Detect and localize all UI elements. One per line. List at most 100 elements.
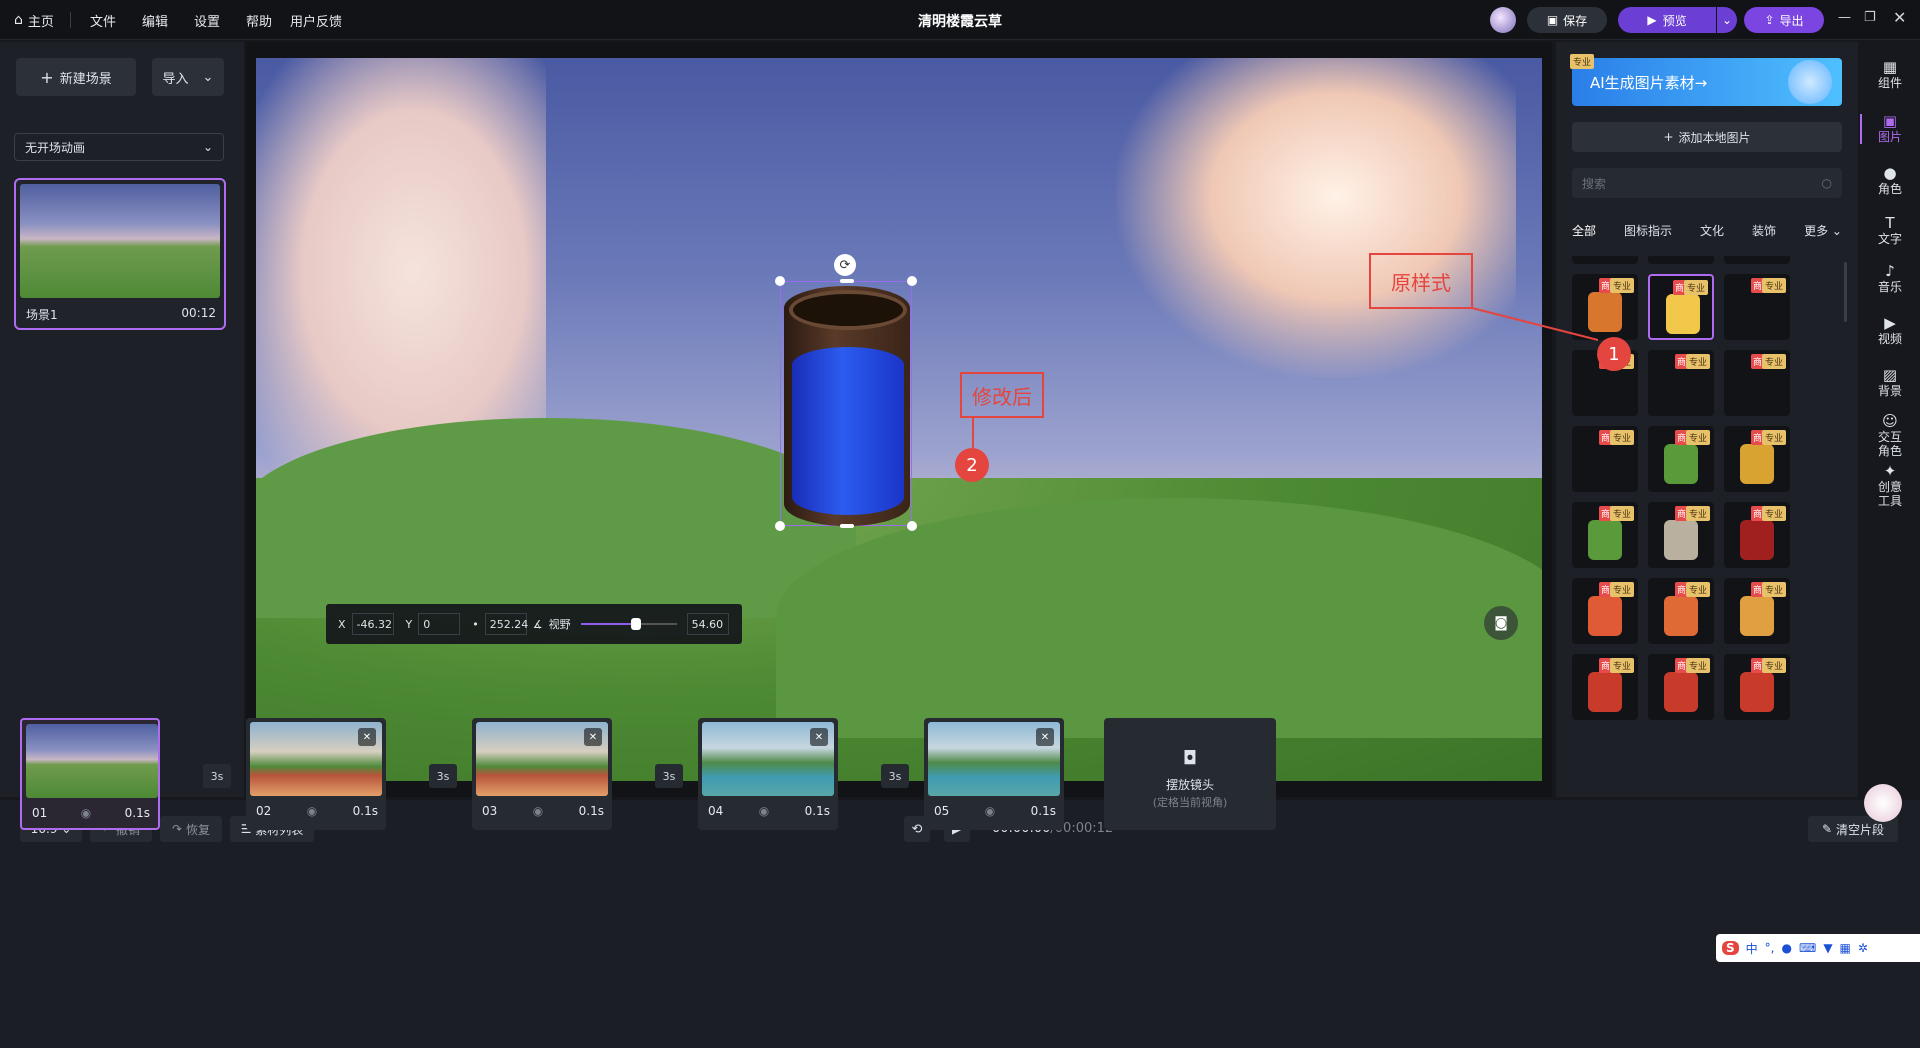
asset-tile[interactable]: 商专业	[1724, 350, 1790, 416]
shirt-icon[interactable]: ▼	[1823, 941, 1832, 955]
asset-tile[interactable]: 商专业	[1724, 578, 1790, 644]
new-scene-button[interactable]: + 新建场景	[16, 58, 136, 96]
timeline-clip[interactable]: ✕ 05 ◉ 0.1s	[924, 718, 1064, 830]
preview-button[interactable]: ▶ 预览	[1618, 7, 1716, 33]
close-button[interactable]: ✕	[1893, 8, 1906, 27]
asset-tile[interactable]: 商专业	[1648, 350, 1714, 416]
timeline-clip[interactable]: ✕ 04 ◉ 0.1s	[698, 718, 838, 830]
y-input[interactable]: 0	[418, 613, 461, 635]
sidebar-item-music[interactable]: ♪ 音乐	[1860, 262, 1920, 294]
save-button[interactable]: ▣ 保存	[1527, 7, 1607, 33]
add-camera-button[interactable]: ◘ 摆放镜头 (定格当前视角)	[1104, 718, 1276, 830]
sidebar-item-grid[interactable]: ▦ 组件	[1860, 58, 1920, 90]
asset-tile[interactable]: 商专业	[1724, 274, 1790, 340]
sidebar-item-video[interactable]: ▶ 视频	[1860, 314, 1920, 346]
ime-toolbar[interactable]: S 中 °, ● ⌨ ▼ ▦ ✲	[1716, 934, 1920, 962]
asset-tile[interactable]: 商专业	[1648, 578, 1714, 644]
keyboard-icon[interactable]: ⌨	[1799, 941, 1816, 955]
asset-tile[interactable]	[1648, 256, 1714, 264]
add-camera-title: 摆放镜头	[1165, 778, 1214, 792]
menu-help[interactable]: 帮助	[240, 8, 278, 32]
sidebar-item-background[interactable]: ▨ 背景	[1860, 366, 1920, 398]
transition-duration[interactable]: 3s	[429, 764, 457, 788]
asset-tile[interactable]: 商专业	[1572, 426, 1638, 492]
scene-card[interactable]: 场景1 00:12	[14, 178, 226, 330]
asset-tile[interactable]: 商专业	[1572, 654, 1638, 720]
timeline-clip[interactable]: 01 ◉ 0.1s	[20, 718, 160, 830]
trash-icon[interactable]: ✕	[810, 728, 828, 746]
trash-icon[interactable]: ✕	[1036, 728, 1054, 746]
trash-icon[interactable]: ✕	[358, 728, 376, 746]
tab-all[interactable]: 全部	[1572, 222, 1596, 239]
asset-tile[interactable]: 商专业	[1724, 502, 1790, 568]
assistant-avatar[interactable]	[1864, 784, 1902, 822]
menu-file[interactable]: 文件	[84, 8, 122, 32]
x-input[interactable]: -46.32	[351, 613, 394, 635]
sidebar-item-person[interactable]: ● 角色	[1860, 164, 1920, 196]
sidebar-item-text[interactable]: T 文字	[1860, 214, 1920, 246]
clip-play-icon[interactable]: ◉	[985, 804, 995, 818]
asset-tile[interactable]: 商专业	[1724, 654, 1790, 720]
tab-more[interactable]: 更多 ⌄	[1804, 222, 1842, 239]
menu-edit[interactable]: 编辑	[136, 8, 174, 32]
ime-lang-icon[interactable]: 中	[1746, 940, 1758, 957]
asset-tile[interactable]	[1724, 256, 1790, 264]
clip-play-icon[interactable]: ◉	[307, 804, 317, 818]
asset-tile[interactable]: 商专业	[1648, 426, 1714, 492]
fov-input[interactable]: 54.60	[686, 613, 729, 635]
z-input[interactable]: 252.24	[484, 613, 528, 635]
transition-duration[interactable]: 3s	[203, 764, 231, 788]
clip-play-icon[interactable]: ◉	[533, 804, 543, 818]
fov-slider-knob[interactable]	[631, 618, 642, 630]
scene-canvas[interactable]: ⟳ 修改后 2 ◙ X -46.32 Y 0 • 252.24 ∡ 视野 54.…	[256, 58, 1542, 781]
sidebar-item-image[interactable]: ▣ 图片	[1860, 112, 1920, 144]
rotate-icon[interactable]: ⟳	[834, 254, 856, 276]
tab-decoration[interactable]: 装饰	[1752, 222, 1776, 239]
asset-tile[interactable]: 商专业	[1724, 426, 1790, 492]
apps-icon[interactable]: ▦	[1840, 941, 1851, 955]
import-button[interactable]: 导入 ⌄	[152, 58, 224, 96]
asset-search-input[interactable]: 搜索 ○	[1572, 168, 1842, 198]
trash-icon[interactable]: ✕	[584, 728, 602, 746]
snapshot-icon[interactable]: ◙	[1484, 606, 1518, 640]
resize-handle[interactable]	[775, 521, 785, 531]
asset-tile[interactable]: 商专业	[1648, 502, 1714, 568]
clip-play-icon[interactable]: ◉	[759, 804, 769, 818]
asset-tile[interactable]: 商专业	[1572, 502, 1638, 568]
fov-slider[interactable]	[580, 618, 677, 630]
scrollbar[interactable]	[1844, 262, 1847, 322]
timeline-clip[interactable]: ✕ 02 ◉ 0.1s	[246, 718, 386, 830]
minimize-button[interactable]: —	[1838, 10, 1851, 25]
avatar[interactable]	[1490, 7, 1516, 33]
asset-thumbnail	[1664, 368, 1698, 408]
timeline-clip[interactable]: ✕ 03 ◉ 0.1s	[472, 718, 612, 830]
asset-tile[interactable]: 商专业	[1648, 654, 1714, 720]
preview-dropdown[interactable]: ⌄	[1717, 7, 1737, 33]
tab-culture[interactable]: 文化	[1700, 222, 1724, 239]
asset-tile[interactable]	[1572, 256, 1638, 264]
redo-button[interactable]: ↷ 恢复	[160, 816, 222, 842]
sidebar-item-creative-tool[interactable]: ✦ 创意 工具	[1860, 462, 1920, 508]
asset-tile[interactable]: 商专业	[1572, 578, 1638, 644]
asset-tile[interactable]: 商专业	[1648, 274, 1714, 340]
restore-button[interactable]: ❐	[1864, 10, 1876, 25]
menu-settings[interactable]: 设置	[188, 8, 226, 32]
menu-feedback[interactable]: 用户反馈	[284, 8, 348, 32]
resize-handle[interactable]	[907, 521, 917, 531]
ime-punct-icon[interactable]: °,	[1765, 941, 1775, 955]
tab-icons[interactable]: 图标指示	[1624, 222, 1672, 239]
resize-handle[interactable]	[840, 279, 854, 283]
gear-icon[interactable]: ✲	[1858, 941, 1868, 955]
sidebar-item-interactive-role[interactable]: ☺ 交互 角色	[1860, 412, 1920, 458]
transition-duration[interactable]: 3s	[655, 764, 683, 788]
resize-handle[interactable]	[840, 524, 854, 528]
resize-handle[interactable]	[907, 276, 917, 286]
clip-play-icon[interactable]: ◉	[81, 806, 91, 820]
transition-duration[interactable]: 3s	[881, 764, 909, 788]
mic-icon[interactable]: ●	[1782, 941, 1792, 955]
resize-handle[interactable]	[775, 276, 785, 286]
add-local-image-button[interactable]: + 添加本地图片	[1572, 122, 1842, 152]
home-button[interactable]: ⌂ 主页	[8, 8, 60, 32]
export-button[interactable]: ⇪ 导出	[1744, 7, 1824, 33]
scene-animation-select[interactable]: 无开场动画 ⌄	[14, 133, 224, 161]
